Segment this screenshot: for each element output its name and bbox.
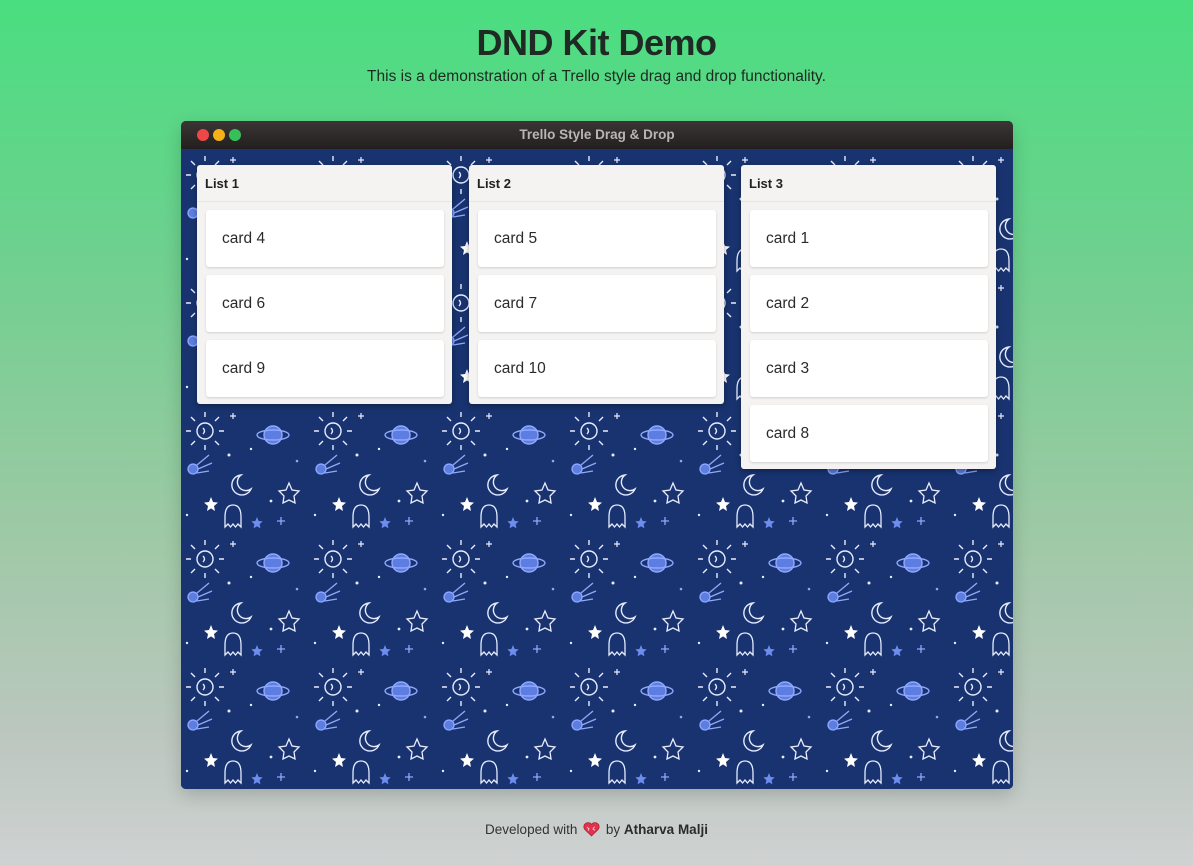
list-2[interactable]: List 2 card 5 card 7 card 10 xyxy=(469,165,724,404)
card-item[interactable]: card 9 xyxy=(206,340,444,397)
list-1[interactable]: List 1 card 4 card 6 card 9 xyxy=(197,165,452,404)
card-item[interactable]: card 5 xyxy=(478,210,716,267)
app-window: Trello Style Drag & Drop List 1 card 4 c… xyxy=(181,121,1013,789)
list-3[interactable]: List 3 card 1 card 2 card 3 card 8 xyxy=(741,165,996,469)
list-2-title: List 2 xyxy=(469,165,724,202)
card-item[interactable]: card 6 xyxy=(206,275,444,332)
footer-prefix: Developed with xyxy=(485,822,578,837)
page-subtitle: This is a demonstration of a Trello styl… xyxy=(367,68,826,85)
list-3-title: List 3 xyxy=(741,165,996,202)
footer-by: by xyxy=(605,822,621,837)
card-item[interactable]: card 4 xyxy=(206,210,444,267)
card-item[interactable]: card 2 xyxy=(750,275,988,332)
board: List 1 card 4 card 6 card 9 List 2 card … xyxy=(181,149,1013,789)
window-title: Trello Style Drag & Drop xyxy=(519,127,675,142)
card-item[interactable]: card 3 xyxy=(750,340,988,397)
heart-icon xyxy=(583,822,600,840)
card-item[interactable]: card 8 xyxy=(750,405,988,462)
card-item[interactable]: card 1 xyxy=(750,210,988,267)
footer-author[interactable]: Atharva Malji xyxy=(624,822,708,837)
list-1-title: List 1 xyxy=(197,165,452,202)
card-item[interactable]: card 7 xyxy=(478,275,716,332)
footer: Developed with by Atharva Malji xyxy=(0,822,1193,840)
page-title: DND Kit Demo xyxy=(476,22,717,63)
card-item[interactable]: card 10 xyxy=(478,340,716,397)
window-titlebar[interactable]: Trello Style Drag & Drop xyxy=(181,121,1013,149)
